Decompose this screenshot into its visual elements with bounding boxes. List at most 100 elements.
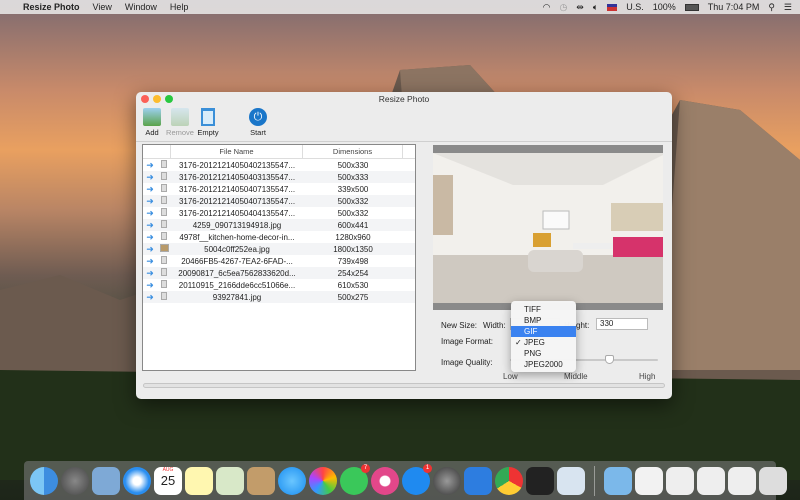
column-file-name[interactable]: File Name — [171, 145, 303, 158]
dock-preview-icon[interactable] — [92, 466, 120, 495]
file-thumbnail-icon — [157, 160, 171, 170]
dock-document-icon[interactable] — [635, 466, 663, 495]
format-option-tiff[interactable]: TIFF — [511, 304, 576, 315]
column-dimensions[interactable]: Dimensions — [303, 145, 403, 158]
empty-button[interactable]: Empty — [193, 108, 223, 137]
dock-xcode-icon[interactable] — [464, 466, 492, 495]
image-format-label: Image Format: — [441, 337, 494, 346]
menu-help[interactable]: Help — [170, 2, 189, 12]
add-button[interactable]: Add — [137, 108, 167, 137]
quality-slider-thumb[interactable] — [604, 355, 614, 364]
table-row[interactable]: ➜ 20110915_2166dde6cc51066e... 610x530 — [143, 279, 415, 291]
menu-window[interactable]: Window — [125, 2, 157, 12]
battery-percent[interactable]: 100% — [653, 2, 676, 12]
dimensions-cell: 500x332 — [337, 196, 369, 206]
table-row[interactable]: ➜ 3176-20121214050403135547... 500x333 — [143, 171, 415, 183]
dock-trash-icon[interactable] — [759, 466, 787, 495]
dock-notes-icon[interactable] — [185, 466, 213, 495]
input-source[interactable]: U.S. — [626, 2, 644, 12]
clock[interactable]: Thu 7:04 PM — [708, 2, 760, 12]
volume-icon[interactable]: 🔈︎ — [593, 2, 598, 13]
format-option-png[interactable]: PNG — [511, 348, 576, 359]
file-thumbnail-icon — [157, 208, 171, 218]
file-thumbnail-icon — [157, 220, 171, 230]
file-name-cell: 20466FB5-4267-7EA2-6FAD-... — [181, 256, 293, 266]
dock-safari-icon[interactable] — [123, 466, 151, 495]
dock-messages-icon[interactable] — [278, 466, 306, 495]
table-row[interactable]: ➜ 4978f__kitchen-home-decor-in... 1280x960 — [143, 231, 415, 243]
table-row[interactable]: ➜ 4259_090713194918.jpg 600x441 — [143, 219, 415, 231]
dock-facetime-icon[interactable]: 7 — [340, 463, 370, 495]
format-option-jpeg[interactable]: ✓ JPEG — [511, 337, 576, 348]
file-thumbnail-icon — [157, 172, 171, 182]
table-row[interactable]: ➜ 3176-20121214050402135547... 500x330 — [143, 159, 415, 171]
arrow-right-icon: ➜ — [146, 171, 154, 182]
dock-calendar-icon[interactable]: AUG 25 — [154, 466, 182, 495]
dimensions-cell: 254x254 — [337, 268, 369, 278]
app-store-badge: 1 — [423, 463, 432, 473]
notification-center-icon[interactable]: ☰ — [784, 2, 792, 13]
file-name-cell: 5004c0ff252ea.jpg — [204, 244, 270, 254]
file-name-cell: 3176-20121214050402135547... — [178, 160, 296, 170]
time-machine-icon[interactable]: ◷ — [559, 2, 567, 13]
file-name-cell: 4259_090713194918.jpg — [192, 220, 282, 230]
quality-low-label: Low — [503, 372, 518, 381]
table-row[interactable]: ➜ 93927841.jpg 500x275 — [143, 291, 415, 303]
dock-window-3-icon[interactable] — [728, 466, 756, 495]
remove-button[interactable]: Remove — [165, 108, 195, 137]
dimensions-cell: 339x500 — [337, 184, 369, 194]
table-row[interactable]: ➜ 3176-20121214050407135547... 339x500 — [143, 183, 415, 195]
dock-app-store-icon[interactable]: 1 — [402, 463, 432, 495]
resize-photo-window: Resize Photo Add Remove Empty ⏻ Start Fi… — [136, 92, 672, 399]
new-size-label: New Size: — [441, 321, 478, 330]
arrow-right-icon: ➜ — [146, 195, 154, 206]
spotlight-icon[interactable]: ⚲ — [768, 2, 775, 13]
dock-photos-icon[interactable] — [309, 466, 337, 495]
table-row[interactable]: ➜ 3176-20121214050404135547... 500x332 — [143, 207, 415, 219]
table-row[interactable]: ➜ 5004c0ff252ea.jpg 1800x1350 — [143, 243, 415, 255]
dimensions-cell: 500x275 — [337, 292, 369, 302]
minimize-button[interactable] — [153, 95, 161, 103]
battery-icon[interactable] — [684, 3, 699, 11]
bluetooth-arrows-icon[interactable]: ⇹ — [576, 2, 584, 13]
dock-system-preferences-icon[interactable] — [433, 466, 461, 495]
dock-applications-folder-icon[interactable] — [604, 466, 632, 495]
menu-app-name[interactable]: Resize Photo — [23, 2, 80, 12]
table-row[interactable]: ➜ 20090817_6c5ea7562833620d... 254x254 — [143, 267, 415, 279]
wifi-icon[interactable]: ◠ — [543, 2, 551, 13]
zoom-button[interactable] — [165, 95, 173, 103]
arrow-right-icon: ➜ — [146, 255, 154, 266]
dimensions-cell: 500x333 — [337, 172, 369, 182]
dock-unity-icon[interactable] — [526, 466, 554, 495]
start-button[interactable]: ⏻ Start — [243, 108, 273, 137]
format-option-jpeg2000[interactable]: JPEG2000 — [511, 359, 576, 370]
dock-chrome-icon[interactable] — [495, 466, 523, 495]
dock-resize-photo-icon[interactable] — [557, 466, 585, 495]
arrow-right-icon: ➜ — [146, 207, 154, 218]
quality-middle-label: Middle — [564, 372, 588, 381]
dock-maps-icon[interactable] — [216, 466, 244, 495]
add-image-icon — [143, 108, 161, 126]
dock-contacts-icon[interactable] — [247, 466, 275, 495]
title-bar[interactable]: Resize Photo — [136, 92, 672, 106]
file-name-cell: 3176-20121214050407135547... — [178, 196, 296, 206]
format-option-bmp[interactable]: BMP — [511, 315, 576, 326]
menu-view[interactable]: View — [93, 2, 112, 12]
table-row[interactable]: ➜ 20466FB5-4267-7EA2-6FAD-... 739x498 — [143, 255, 415, 267]
height-input[interactable]: 330 — [596, 318, 648, 330]
dock-launchpad-icon[interactable] — [61, 466, 89, 495]
table-row[interactable]: ➜ 3176-20121214050407135547... 500x332 — [143, 195, 415, 207]
dock-finder-icon[interactable] — [30, 466, 58, 495]
close-button[interactable] — [141, 95, 149, 103]
file-thumbnail-icon — [157, 280, 171, 290]
file-table[interactable]: File Name Dimensions ➜ 3176-2012121405040… — [142, 144, 416, 371]
file-name-cell: 93927841.jpg — [212, 292, 262, 302]
dock-window-2-icon[interactable] — [697, 466, 725, 495]
dock-itunes-icon[interactable] — [371, 466, 399, 495]
quality-high-label: High — [639, 372, 656, 381]
format-option-gif[interactable]: GIF — [511, 326, 576, 337]
dimensions-cell: 500x332 — [337, 208, 369, 218]
dock-window-1-icon[interactable] — [666, 466, 694, 495]
image-quality-label: Image Quality: — [441, 358, 493, 367]
progress-bar — [143, 383, 665, 388]
